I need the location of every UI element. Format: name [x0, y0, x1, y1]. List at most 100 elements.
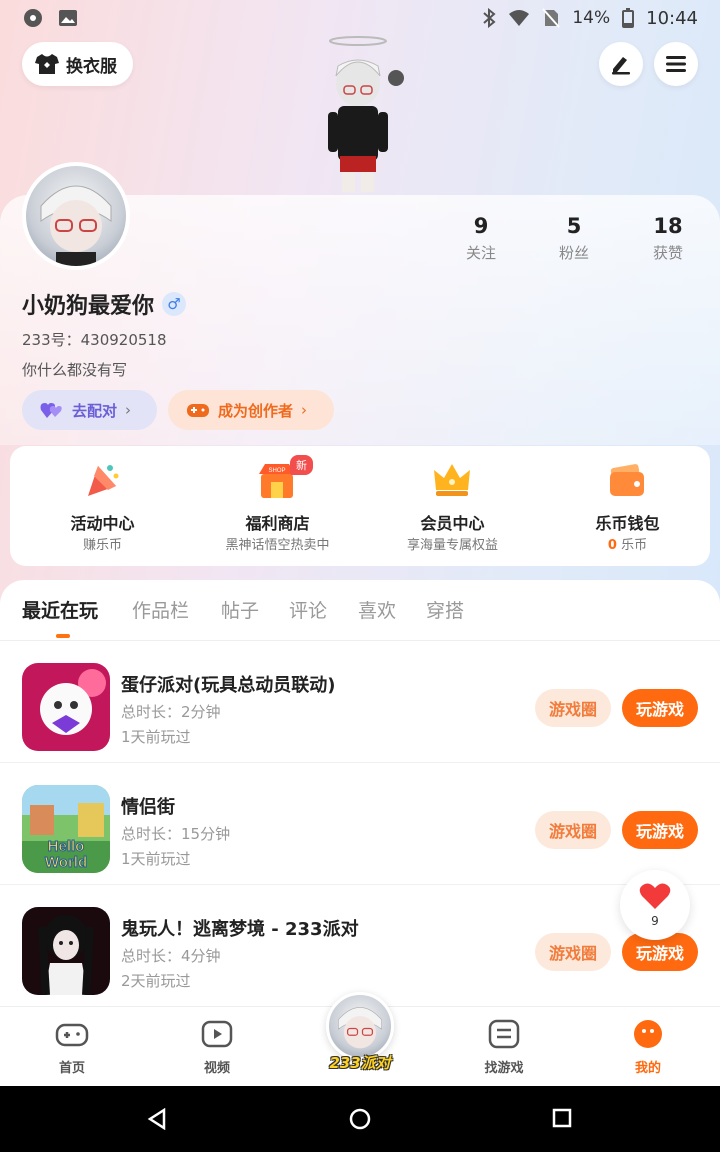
play-game-button[interactable]: 玩游戏	[622, 811, 698, 849]
stat-likes[interactable]: 18 获赞	[628, 214, 708, 263]
member-center[interactable]: 会员中心 享海量专属权益	[365, 446, 540, 566]
game-circle-button[interactable]: 游戏圈	[535, 933, 611, 971]
list-icon	[488, 1019, 520, 1049]
svg-text:SHOP: SHOP	[268, 468, 285, 474]
welfare-shop-subtitle: 黑神话悟空热卖中	[225, 538, 330, 553]
coin-wallet[interactable]: 乐币钱包 0 乐币	[540, 446, 715, 566]
nav-me-label: 我的	[634, 1061, 661, 1076]
match-button[interactable]: 去配对 ›	[22, 390, 157, 430]
game-title: 鬼玩人！逃离梦境 - 233派对	[121, 919, 359, 940]
welfare-shop-title: 福利商店	[245, 514, 310, 533]
chevron-right-icon: ›	[301, 401, 308, 419]
chevron-right-icon: ›	[125, 401, 132, 419]
game-last-played: 2天前玩过	[121, 972, 191, 990]
party-popper-icon	[88, 465, 119, 496]
user-id[interactable]: 233号：430920518	[22, 329, 167, 350]
nav-video[interactable]: 视频	[172, 1019, 262, 1076]
become-creator-label: 成为创作者	[218, 401, 294, 420]
home-icon[interactable]	[349, 1108, 371, 1130]
avatar-character-figure[interactable]	[318, 36, 408, 196]
following-count: 9	[473, 214, 489, 238]
battery-icon	[622, 8, 635, 28]
coin-balance: 0	[607, 538, 617, 553]
game-icon	[22, 663, 110, 751]
hamburger-menu-icon	[666, 56, 686, 72]
match-label: 去配对	[72, 401, 118, 420]
wifi-icon	[509, 10, 530, 26]
edit-profile-button[interactable]	[599, 42, 643, 86]
game-last-played: 1天前玩过	[121, 728, 191, 746]
list-item[interactable]: 鬼玩人！逃离梦境 - 233派对 总时长：4分钟 2天前玩过 游戏圈 玩游戏	[0, 885, 720, 1006]
become-creator-button[interactable]: 成为创作者 ›	[168, 390, 334, 430]
game-title: 蛋仔派对(玩具总动员联动)	[121, 675, 336, 696]
tab-likes[interactable]: 喜欢	[358, 596, 396, 623]
tab-works[interactable]: 作品栏	[132, 596, 189, 623]
nickname: 小奶狗最爱你	[22, 294, 155, 319]
coin-wallet-title: 乐币钱包	[595, 514, 660, 533]
game-duration: 总时长：4分钟	[121, 947, 221, 965]
activity-center-title: 活动中心	[70, 514, 135, 533]
image-icon	[59, 10, 77, 26]
nav-home[interactable]: 首页	[27, 1019, 117, 1076]
tab-posts[interactable]: 帖子	[221, 596, 259, 623]
status-bar: 14% 10:44	[0, 0, 720, 36]
gamepad-icon	[55, 1023, 89, 1047]
avatar[interactable]	[22, 162, 130, 270]
game-circle-button[interactable]: 游戏圈	[535, 689, 611, 727]
hearts-icon	[40, 403, 62, 418]
play-game-button[interactable]: 玩游戏	[622, 689, 698, 727]
recent-games-list: 蛋仔派对(玩具总动员联动) 总时长：2分钟 1天前玩过 游戏圈 玩游戏 Hell…	[0, 640, 720, 1006]
no-sim-icon	[542, 8, 561, 28]
system-navigation-bar	[0, 1086, 720, 1152]
stat-following[interactable]: 9 关注	[441, 214, 521, 263]
menu-button[interactable]	[654, 42, 698, 86]
quick-actions-panel: 活动中心 赚乐币 SHOP 福利商店 黑神话悟空热卖中 会员中心 享海量专属权益…	[10, 446, 710, 566]
like-count: 9	[651, 914, 659, 928]
likes-count: 18	[653, 214, 683, 238]
list-item[interactable]: 蛋仔派对(玩具总动员联动) 总时长：2分钟 1天前玩过 游戏圈 玩游戏	[0, 641, 720, 763]
nav-party-label[interactable]: 233派对	[320, 1052, 400, 1073]
heart-icon	[639, 883, 671, 909]
activity-center[interactable]: 活动中心 赚乐币	[15, 446, 190, 566]
nav-find-games[interactable]: 找游戏	[459, 1019, 549, 1076]
gamepad-icon	[187, 404, 209, 417]
profile-icon	[634, 1020, 662, 1048]
svg-text:Hello: Hello	[48, 838, 85, 855]
tab-outfits[interactable]: 穿搭	[426, 596, 464, 623]
coin-unit: 乐币	[621, 538, 648, 553]
bluetooth-icon	[483, 8, 496, 28]
floating-like-button[interactable]: 9	[620, 870, 690, 940]
game-title: 情侣街	[121, 797, 175, 818]
change-outfit-button[interactable]: 换衣服	[22, 42, 133, 86]
coin-wallet-subtitle: 0 乐币	[540, 534, 715, 553]
tab-recently-played[interactable]: 最近在玩	[22, 596, 98, 623]
recent-apps-icon[interactable]	[552, 1108, 572, 1128]
bio[interactable]: 你什么都没有写	[22, 359, 127, 380]
active-tab-indicator	[56, 634, 70, 638]
member-center-subtitle: 享海量专属权益	[406, 538, 498, 553]
list-item[interactable]: Hello World 情侣街 总时长：15分钟 1天前玩过 游戏圈 玩游戏	[0, 763, 720, 885]
tab-comments[interactable]: 评论	[289, 596, 327, 623]
game-icon: Hello World	[22, 785, 110, 873]
wallet-icon	[610, 464, 644, 496]
svg-text:World: World	[45, 854, 87, 871]
game-last-played: 1天前玩过	[121, 850, 191, 868]
game-duration: 总时长：15分钟	[121, 825, 231, 843]
male-gender-icon: ♂	[162, 292, 187, 316]
game-duration: 总时长：2分钟	[121, 703, 221, 721]
nav-find-games-label: 找游戏	[484, 1061, 524, 1076]
likes-label: 获赞	[652, 244, 683, 262]
nav-video-label: 视频	[203, 1061, 230, 1076]
back-icon[interactable]	[146, 1108, 168, 1130]
nav-me[interactable]: 我的	[603, 1019, 693, 1076]
followers-label: 粉丝	[558, 244, 589, 262]
nav-party-avatar[interactable]	[326, 992, 394, 1060]
battery-percent: 14%	[572, 8, 611, 28]
stat-followers[interactable]: 5 粉丝	[534, 214, 614, 263]
activity-center-subtitle: 赚乐币	[82, 538, 122, 553]
clock: 10:44	[646, 7, 698, 29]
welfare-shop[interactable]: SHOP 福利商店 黑神话悟空热卖中	[190, 446, 365, 566]
crown-icon	[434, 464, 470, 496]
game-circle-button[interactable]: 游戏圈	[535, 811, 611, 849]
following-label: 关注	[465, 244, 496, 262]
